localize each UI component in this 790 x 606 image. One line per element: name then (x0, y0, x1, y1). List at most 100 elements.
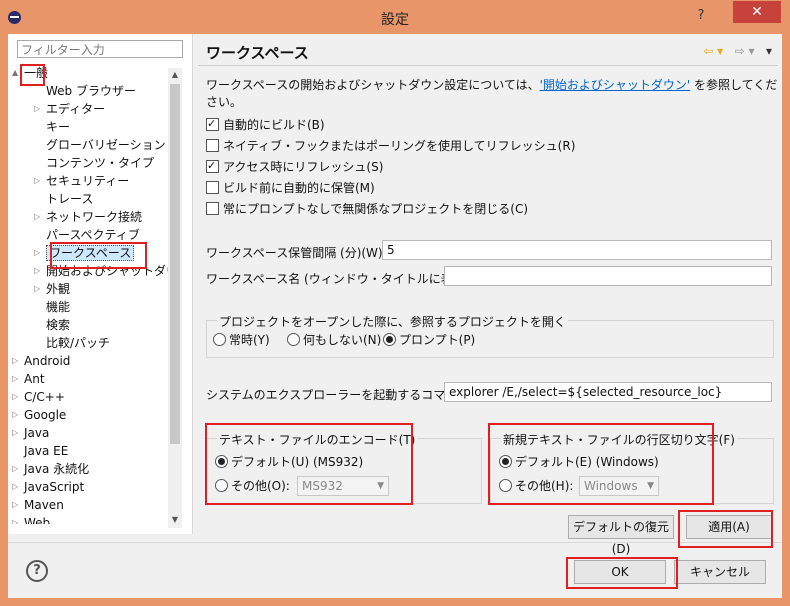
tree-item-label: Java EE (24, 444, 69, 458)
workspace-name-input[interactable] (444, 266, 772, 286)
scroll-down-icon[interactable]: ▼ (168, 513, 182, 527)
highlight-ok-button (566, 557, 678, 589)
checkbox-option[interactable]: アクセス時にリフレッシュ(S) (206, 157, 383, 176)
tree-item-label: キー (46, 120, 71, 134)
tree-item[interactable]: ▷ C/C++ (12, 388, 65, 406)
tree-item-label: 機能 (46, 300, 71, 314)
collapsed-arrow-icon[interactable]: ▷ (12, 514, 20, 524)
tree-item[interactable]: ▷ Ant (12, 370, 45, 388)
tree-item-label: 外観 (46, 282, 71, 296)
help-icon[interactable]: ? (26, 560, 48, 582)
footer-separator (8, 542, 782, 543)
page-description: ワークスペースの開始およびシャットダウン設定については、'開始およびシャットダウ… (206, 76, 782, 110)
checkbox-option[interactable]: ネイティブ・フックまたはポーリングを使用してリフレッシュ(R) (206, 137, 575, 155)
highlight-encoding-group (205, 423, 413, 505)
view-menu-icon[interactable]: ▾ (766, 44, 772, 58)
collapsed-arrow-icon[interactable]: ▷ (12, 496, 20, 514)
highlight-delimiter-group (488, 423, 714, 505)
startup-shutdown-link[interactable]: '開始およびシャットダウン' (540, 78, 691, 92)
tree-item[interactable]: コンテンツ・タイプ (46, 154, 154, 172)
open-project-radio[interactable]: プロンプト(P) (383, 331, 475, 349)
preferences-tree-pane: フィルター入力 ▲ 一般 Web ブラウザー ▷ エディター キー グローバリゼーション コン… (8, 34, 193, 534)
close-button[interactable]: ✕ (733, 1, 781, 23)
collapsed-arrow-icon[interactable]: ▷ (12, 352, 20, 370)
collapsed-arrow-icon[interactable]: ▷ (34, 172, 42, 190)
tree-item[interactable]: ▷ Java (12, 424, 50, 442)
collapsed-arrow-icon[interactable]: ▷ (34, 280, 42, 298)
checkbox-option[interactable]: 自動的にビルド(B) (206, 115, 325, 134)
expanded-arrow-icon[interactable]: ▲ (12, 64, 20, 82)
page-title: ワークスペース (206, 44, 309, 62)
collapsed-arrow-icon[interactable]: ▷ (12, 406, 20, 424)
checkbox-option[interactable]: ビルド前に自動的に保管(M) (206, 179, 375, 197)
tree-item-label: エディター (46, 102, 106, 116)
filter-input[interactable]: フィルター入力 (17, 40, 183, 58)
tree-item[interactable]: 比較/パッチ (46, 334, 110, 352)
scroll-thumb[interactable] (170, 84, 180, 444)
checkbox-icon (206, 181, 219, 194)
checkbox-icon (206, 202, 219, 215)
tree-item-label: 比較/パッチ (46, 336, 111, 350)
settings-window: 設定 ? ✕ フィルター入力 ▲ 一般 Web ブラウザー ▷ エディター キー グローバリ… (0, 0, 790, 606)
restore-defaults-button[interactable]: デフォルトの復元(D) (568, 515, 674, 556)
tree-item-label: Android (24, 354, 71, 368)
open-project-radio[interactable]: 何もしない(N) (287, 331, 381, 349)
tree-item[interactable]: ▷ Android (12, 352, 71, 370)
open-project-group-title: プロジェクトをオープンした際に、参照するプロジェクトを開く (217, 313, 568, 330)
tree-item[interactable]: 機能 (46, 298, 70, 316)
title-bar: 設定 ? ✕ (0, 0, 790, 34)
tree-item-label: Maven (24, 498, 64, 512)
collapsed-arrow-icon[interactable]: ▷ (12, 388, 20, 406)
tree-item[interactable]: キー (46, 118, 70, 136)
collapsed-arrow-icon[interactable]: ▷ (12, 424, 20, 442)
back-arrow-icon[interactable]: ⇦ ▾ (703, 44, 723, 58)
highlight-workspace-node (50, 242, 147, 269)
collapsed-arrow-icon[interactable]: ▷ (34, 100, 42, 118)
tree-item[interactable]: ▷ Google (12, 406, 66, 424)
tree-item-label: C/C++ (24, 390, 65, 404)
tree-item[interactable]: ▷ Maven (12, 496, 64, 514)
tree-item[interactable]: トレース (46, 190, 93, 208)
title-help-button[interactable]: ? (688, 6, 714, 26)
tree-item-label: Web (24, 516, 51, 524)
collapsed-arrow-icon[interactable]: ▷ (34, 262, 42, 280)
tree-item[interactable]: ▷ Java 永続化 (12, 460, 89, 478)
window-title: 設定 (381, 12, 409, 28)
highlight-apply-button (678, 510, 773, 548)
tree-item[interactable]: ▷ エディター (34, 100, 106, 118)
checkbox-option[interactable]: 常にプロンプトなしで無関係なプロジェクトを閉じる(C) (206, 200, 528, 218)
tree-item-label: コンテンツ・タイプ (46, 156, 155, 170)
explorer-command-input[interactable]: explorer /E,/select=${selected_resource_… (444, 382, 772, 402)
tree-item[interactable]: ▷ セキュリティー (34, 172, 129, 190)
cancel-button[interactable]: キャンセル (674, 560, 766, 584)
tree-item[interactable]: ▷ JavaScript (12, 478, 84, 496)
scroll-up-icon[interactable]: ▲ (168, 68, 182, 82)
open-project-radio[interactable]: 常時(Y) (213, 331, 270, 349)
tree-item[interactable]: ▷ Web (12, 514, 51, 524)
radio-label: 何もしない(N) (303, 333, 382, 347)
desc-prefix: ワークスペースの開始およびシャットダウン設定については、 (206, 78, 540, 92)
checkbox-icon (206, 139, 219, 152)
collapsed-arrow-icon[interactable]: ▷ (12, 478, 20, 496)
checkbox-label: 自動的にビルド(B) (223, 118, 325, 132)
tree-item[interactable]: グローバリゼーション (46, 136, 166, 154)
tree-item-label: Java (24, 426, 50, 440)
radio-label: 常時(Y) (229, 333, 270, 347)
dialog-client: フィルター入力 ▲ 一般 Web ブラウザー ▷ エディター キー グローバリゼーション コン… (8, 34, 782, 598)
collapsed-arrow-icon[interactable]: ▷ (34, 244, 42, 262)
tree-scrollbar[interactable]: ▲ ▼ (168, 68, 182, 528)
collapsed-arrow-icon[interactable]: ▷ (12, 370, 20, 388)
tree-item-label: トレース (46, 192, 94, 206)
tree-item[interactable]: ▷ ネットワーク接続 (34, 208, 142, 226)
radio-label: プロンプト(P) (399, 333, 476, 347)
collapsed-arrow-icon[interactable]: ▷ (12, 460, 20, 478)
radio-selected-icon (383, 333, 396, 346)
save-interval-input[interactable]: 5 (382, 240, 772, 260)
collapsed-arrow-icon[interactable]: ▷ (34, 208, 42, 226)
forward-arrow-icon[interactable]: ⇨ ▾ (735, 44, 755, 58)
tree-item-label: Ant (24, 372, 45, 386)
tree-item[interactable]: ▷ 外観 (34, 280, 71, 298)
tree-item[interactable]: Web ブラウザー (46, 82, 136, 100)
tree-item[interactable]: 検索 (46, 316, 70, 334)
tree-item[interactable]: Java EE (24, 442, 68, 460)
